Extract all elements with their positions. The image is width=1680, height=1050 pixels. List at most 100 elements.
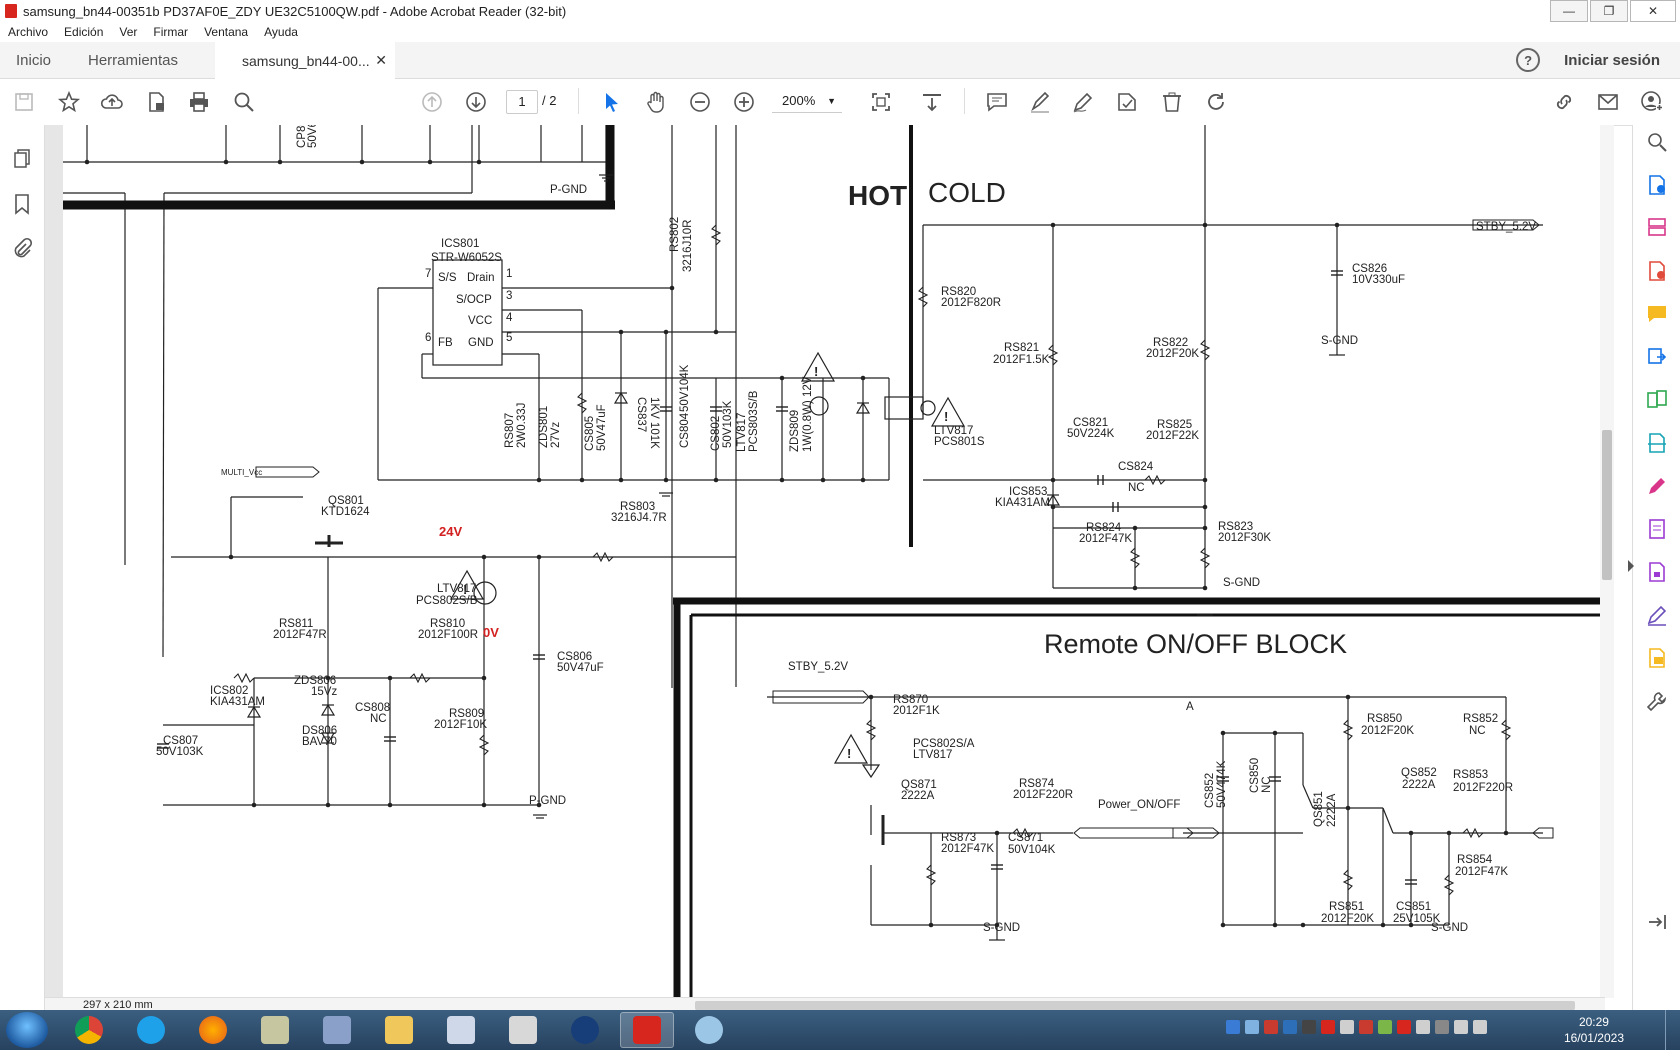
next-page-icon[interactable]	[461, 87, 491, 117]
component-label: STBY_5.2V	[788, 661, 848, 673]
menu-ayuda[interactable]: Ayuda	[256, 25, 306, 39]
protect-icon[interactable]	[1645, 560, 1669, 584]
help-icon[interactable]: ?	[1516, 48, 1541, 72]
system-tray[interactable]	[1226, 1020, 1487, 1034]
pin-number: 4	[506, 312, 513, 324]
component-label: A	[1186, 701, 1194, 713]
component-label: CS850	[1249, 758, 1261, 793]
component-label: 2012F20K	[1146, 348, 1199, 360]
organize-pages-icon[interactable]	[1645, 215, 1669, 239]
export-pdf-icon[interactable]	[1645, 173, 1669, 197]
send-comments-icon[interactable]	[1645, 646, 1669, 670]
scroll-thumb[interactable]	[1602, 430, 1612, 580]
menu-ventana[interactable]: Ventana	[196, 25, 256, 39]
document-viewport[interactable]: !!!! HOT COLD Remote ON/OFF BLOCK ICS801…	[45, 125, 1605, 998]
menu-ver[interactable]: Ver	[111, 25, 145, 39]
component-label: CS805	[584, 416, 596, 451]
component-label: RS851	[1329, 901, 1364, 913]
component-label: 2012F1K	[893, 705, 940, 717]
menu-edicion[interactable]: Edición	[56, 25, 111, 39]
ic801-ref: ICS801	[441, 238, 479, 250]
component-label: 2222A	[1402, 779, 1436, 791]
component-label: CS837	[635, 397, 647, 432]
calculator-app[interactable]	[434, 1012, 488, 1048]
zoom-select[interactable]: 200% ▼	[772, 90, 842, 113]
component-label: CS851	[1396, 901, 1431, 913]
close-button[interactable]: ✕	[1630, 0, 1676, 22]
create-pdf-icon[interactable]	[1645, 259, 1669, 283]
component-label: 2012F100R	[418, 629, 478, 641]
settings-app[interactable]	[496, 1012, 550, 1048]
maximize-button[interactable]: ❐	[1590, 0, 1628, 22]
delete-icon[interactable]	[1157, 87, 1187, 117]
search-icon[interactable]	[229, 87, 259, 117]
request-signature-icon[interactable]	[1645, 603, 1669, 627]
fill-sign-icon[interactable]	[1645, 474, 1669, 498]
edit-pdf-icon[interactable]	[1645, 517, 1669, 541]
menu-archivo[interactable]: Archivo	[0, 25, 56, 39]
select-cursor-icon[interactable]	[597, 87, 627, 117]
rotate-icon[interactable]	[1201, 87, 1231, 117]
collapse-right-pane-icon[interactable]	[1628, 560, 1634, 572]
component-label: NC	[1261, 776, 1273, 793]
clock[interactable]: 20:29 16/01/2023	[1564, 1014, 1624, 1046]
protect-file-icon[interactable]	[141, 87, 171, 117]
attachment-icon[interactable]	[10, 237, 34, 261]
page-number-input[interactable]: 1	[506, 90, 538, 114]
tab-document[interactable]: samsung_bn44-00... ✕	[215, 42, 395, 79]
xd-app[interactable]	[248, 1012, 302, 1048]
scan-ocr-icon[interactable]	[1645, 431, 1669, 455]
zoom-tool-icon[interactable]	[1645, 130, 1669, 154]
vertical-scrollbar[interactable]	[1600, 125, 1614, 998]
more-tools-icon[interactable]	[1645, 689, 1669, 713]
explorer-app[interactable]	[372, 1012, 426, 1048]
highlight-pen-icon[interactable]	[1025, 87, 1055, 117]
zoom-in-icon[interactable]	[729, 87, 759, 117]
start-button[interactable]	[6, 1012, 48, 1048]
tool-app[interactable]	[310, 1012, 364, 1048]
email-icon[interactable]	[1593, 87, 1623, 117]
ie-app[interactable]	[124, 1012, 178, 1048]
schematic-drawing: !!!! HOT COLD Remote ON/OFF BLOCK ICS801…	[63, 125, 1605, 998]
acrobat-app[interactable]	[620, 1012, 674, 1048]
combine-files-icon[interactable]	[1645, 345, 1669, 369]
media-app[interactable]	[558, 1012, 612, 1048]
minimize-button[interactable]: —	[1550, 0, 1588, 22]
component-label: 2012F47K	[941, 843, 994, 855]
hand-tool-icon[interactable]	[641, 87, 671, 117]
save-icon[interactable]	[9, 87, 39, 117]
zoom-out-icon[interactable]	[685, 87, 715, 117]
component-label: S-GND	[983, 922, 1020, 934]
toolbar-divider	[964, 88, 965, 114]
signin-button[interactable]: Iniciar sesión	[1564, 52, 1660, 69]
comment-icon[interactable]	[982, 87, 1012, 117]
expand-pane-icon[interactable]	[1645, 910, 1669, 934]
prev-page-icon[interactable]	[417, 87, 447, 117]
page-thumbnails-icon[interactable]	[10, 147, 34, 171]
paint-app[interactable]	[682, 1012, 736, 1048]
close-tab-icon[interactable]: ✕	[375, 52, 387, 69]
menu-firmar[interactable]: Firmar	[145, 25, 196, 39]
stamp-icon[interactable]	[1112, 87, 1142, 117]
star-icon[interactable]	[54, 87, 84, 117]
compare-icon[interactable]	[1645, 388, 1669, 412]
component-label: 2W0.33J	[516, 403, 528, 448]
firefox-app[interactable]	[186, 1012, 240, 1048]
print-icon[interactable]	[184, 87, 214, 117]
comment-tool-icon[interactable]	[1645, 302, 1669, 326]
chrome-app[interactable]	[62, 1012, 116, 1048]
share-link-icon[interactable]	[1549, 87, 1579, 117]
tab-home[interactable]: Inicio	[16, 42, 51, 78]
show-desktop-button[interactable]	[1665, 1010, 1680, 1050]
tab-tools[interactable]: Herramientas	[88, 42, 178, 78]
fit-page-icon[interactable]	[866, 87, 896, 117]
component-label: 50V104K	[1008, 844, 1056, 856]
upload-cloud-icon[interactable]	[97, 87, 127, 117]
pin-number: 6	[425, 332, 431, 344]
svg-text:!: !	[814, 364, 818, 379]
bookmark-icon[interactable]	[10, 192, 34, 216]
draw-icon[interactable]	[1068, 87, 1098, 117]
scroll-mode-icon[interactable]	[917, 87, 947, 117]
add-user-icon[interactable]	[1637, 87, 1667, 117]
scroll-thumb[interactable]	[695, 1001, 1575, 1010]
